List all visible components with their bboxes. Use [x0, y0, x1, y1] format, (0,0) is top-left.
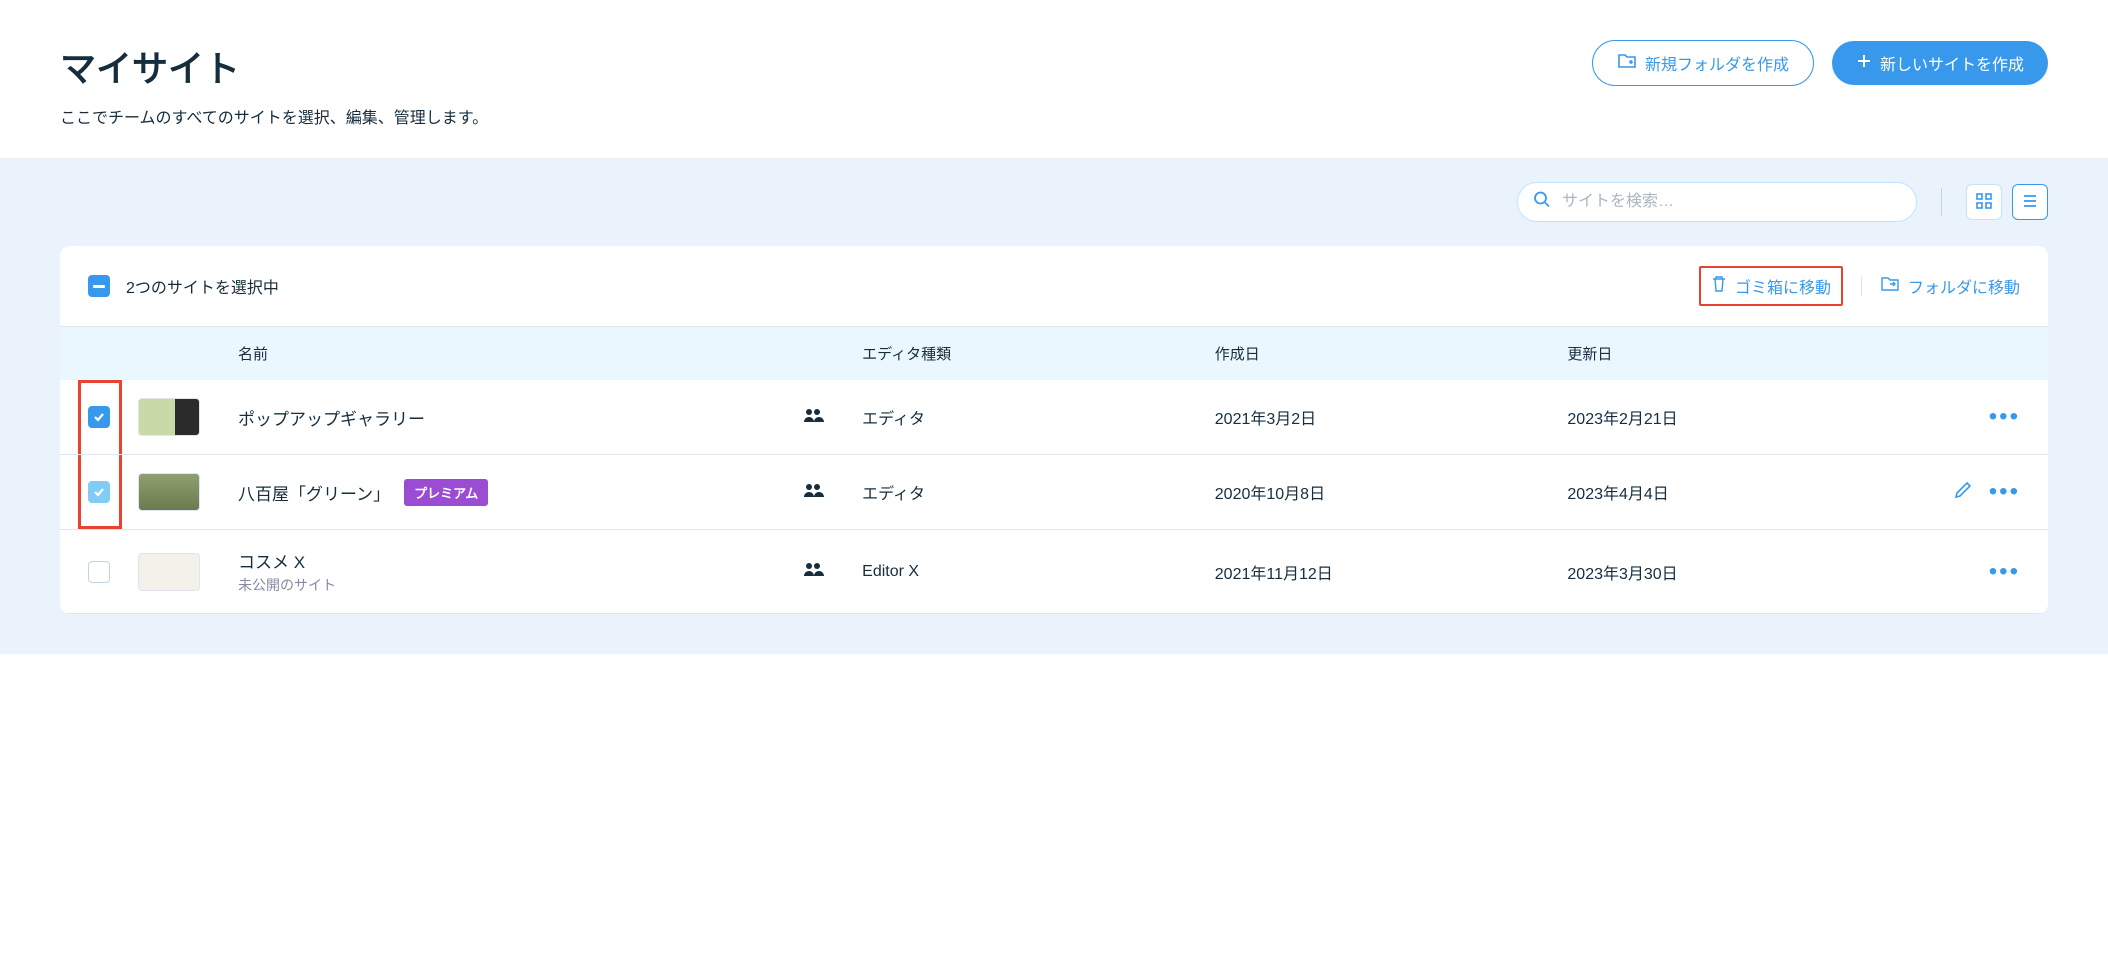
- header-left: マイサイト ここでチームのすべてのサイトを選択、編集、管理します。: [60, 40, 488, 128]
- site-name: コスメ X: [238, 548, 336, 573]
- new-folder-button[interactable]: 新規フォルダを作成: [1592, 40, 1814, 86]
- toolbar-divider: [1941, 188, 1942, 216]
- table-row[interactable]: 八百屋「グリーン」 プレミアム エディタ 2020年10月8日 2023年4月4…: [60, 455, 2048, 530]
- selection-count: 2つのサイトを選択中: [126, 274, 279, 298]
- col-updated-header: 更新日: [1567, 343, 1920, 364]
- created-date: 2021年11月12日: [1215, 560, 1568, 584]
- site-name: 八百屋「グリーン」: [238, 480, 390, 505]
- updated-date: 2023年3月30日: [1567, 560, 1920, 584]
- list-view-button[interactable]: [2012, 184, 2048, 220]
- search-wrap: [1517, 182, 1917, 222]
- premium-badge: プレミアム: [404, 479, 488, 506]
- updated-date: 2023年4月4日: [1567, 480, 1920, 504]
- new-site-label: 新しいサイトを作成: [1880, 51, 2024, 75]
- select-all-checkbox[interactable]: [88, 275, 110, 297]
- row-checkbox[interactable]: [88, 561, 110, 583]
- selection-actions: ゴミ箱に移動 フォルダに移動: [1699, 266, 2020, 306]
- edit-button[interactable]: [1953, 480, 1973, 505]
- new-site-button[interactable]: 新しいサイトを作成: [1832, 41, 2048, 85]
- list-icon: [2021, 192, 2039, 213]
- move-to-folder-label: フォルダに移動: [1908, 274, 2020, 298]
- editor-type: エディタ: [862, 405, 1215, 429]
- trash-icon: [1711, 275, 1727, 298]
- more-actions-button[interactable]: •••: [1989, 480, 2020, 505]
- created-date: 2021年3月2日: [1215, 405, 1568, 429]
- grid-icon: [1975, 192, 1993, 213]
- updated-date: 2023年2月21日: [1567, 405, 1920, 429]
- site-name: ポップアップギャラリー: [238, 405, 425, 430]
- col-editor-header: エディタ種類: [862, 343, 1215, 364]
- move-to-trash-button[interactable]: ゴミ箱に移動: [1711, 274, 1831, 298]
- col-created-header: 作成日: [1215, 343, 1568, 364]
- search-icon: [1533, 191, 1551, 214]
- site-thumbnail: [138, 553, 200, 591]
- toolbar: [0, 158, 2108, 246]
- view-toggle: [1966, 184, 2048, 220]
- header-actions: 新規フォルダを作成 新しいサイトを作成: [1592, 40, 2048, 86]
- table-row[interactable]: ポップアップギャラリー エディタ 2021年3月2日 2023年2月21日 ••…: [60, 380, 2048, 455]
- row-checkbox[interactable]: [88, 406, 110, 428]
- site-status: 未公開のサイト: [238, 575, 336, 595]
- action-divider: [1861, 276, 1862, 296]
- selection-bar: 2つのサイトを選択中 ゴミ箱に移動 フォルダに移動: [60, 246, 2048, 327]
- content: 2つのサイトを選択中 ゴミ箱に移動 フォルダに移動: [0, 246, 2108, 654]
- row-checkbox[interactable]: [88, 481, 110, 503]
- shared-icon: [802, 485, 824, 502]
- plus-icon: [1856, 53, 1872, 74]
- folder-move-icon: [1880, 276, 1900, 297]
- editor-type: Editor X: [862, 563, 1215, 581]
- selection-left: 2つのサイトを選択中: [88, 274, 279, 298]
- created-date: 2020年10月8日: [1215, 480, 1568, 504]
- move-to-folder-button[interactable]: フォルダに移動: [1880, 274, 2020, 298]
- site-thumbnail: [138, 473, 200, 511]
- editor-type: エディタ: [862, 480, 1215, 504]
- more-actions-button[interactable]: •••: [1989, 405, 2020, 429]
- page-subtitle: ここでチームのすべてのサイトを選択、編集、管理します。: [60, 104, 488, 128]
- move-to-trash-label: ゴミ箱に移動: [1735, 274, 1831, 298]
- site-thumbnail: [138, 398, 200, 436]
- trash-highlight: ゴミ箱に移動: [1699, 266, 1843, 306]
- table-header: 名前 エディタ種類 作成日 更新日: [60, 327, 2048, 380]
- new-folder-label: 新規フォルダを作成: [1645, 51, 1789, 75]
- sites-panel: 2つのサイトを選択中 ゴミ箱に移動 フォルダに移動: [60, 246, 2048, 614]
- shared-icon: [802, 564, 824, 581]
- search-input[interactable]: [1517, 182, 1917, 222]
- col-name-header: 名前: [218, 343, 802, 364]
- more-actions-button[interactable]: •••: [1989, 560, 2020, 584]
- folder-plus-icon: [1617, 52, 1637, 75]
- page-title: マイサイト: [60, 40, 488, 92]
- grid-view-button[interactable]: [1966, 184, 2002, 220]
- page-header: マイサイト ここでチームのすべてのサイトを選択、編集、管理します。 新規フォルダ…: [0, 0, 2108, 158]
- shared-icon: [802, 410, 824, 427]
- table-row[interactable]: コスメ X 未公開のサイト Editor X 2021年11月12日 2023年…: [60, 530, 2048, 614]
